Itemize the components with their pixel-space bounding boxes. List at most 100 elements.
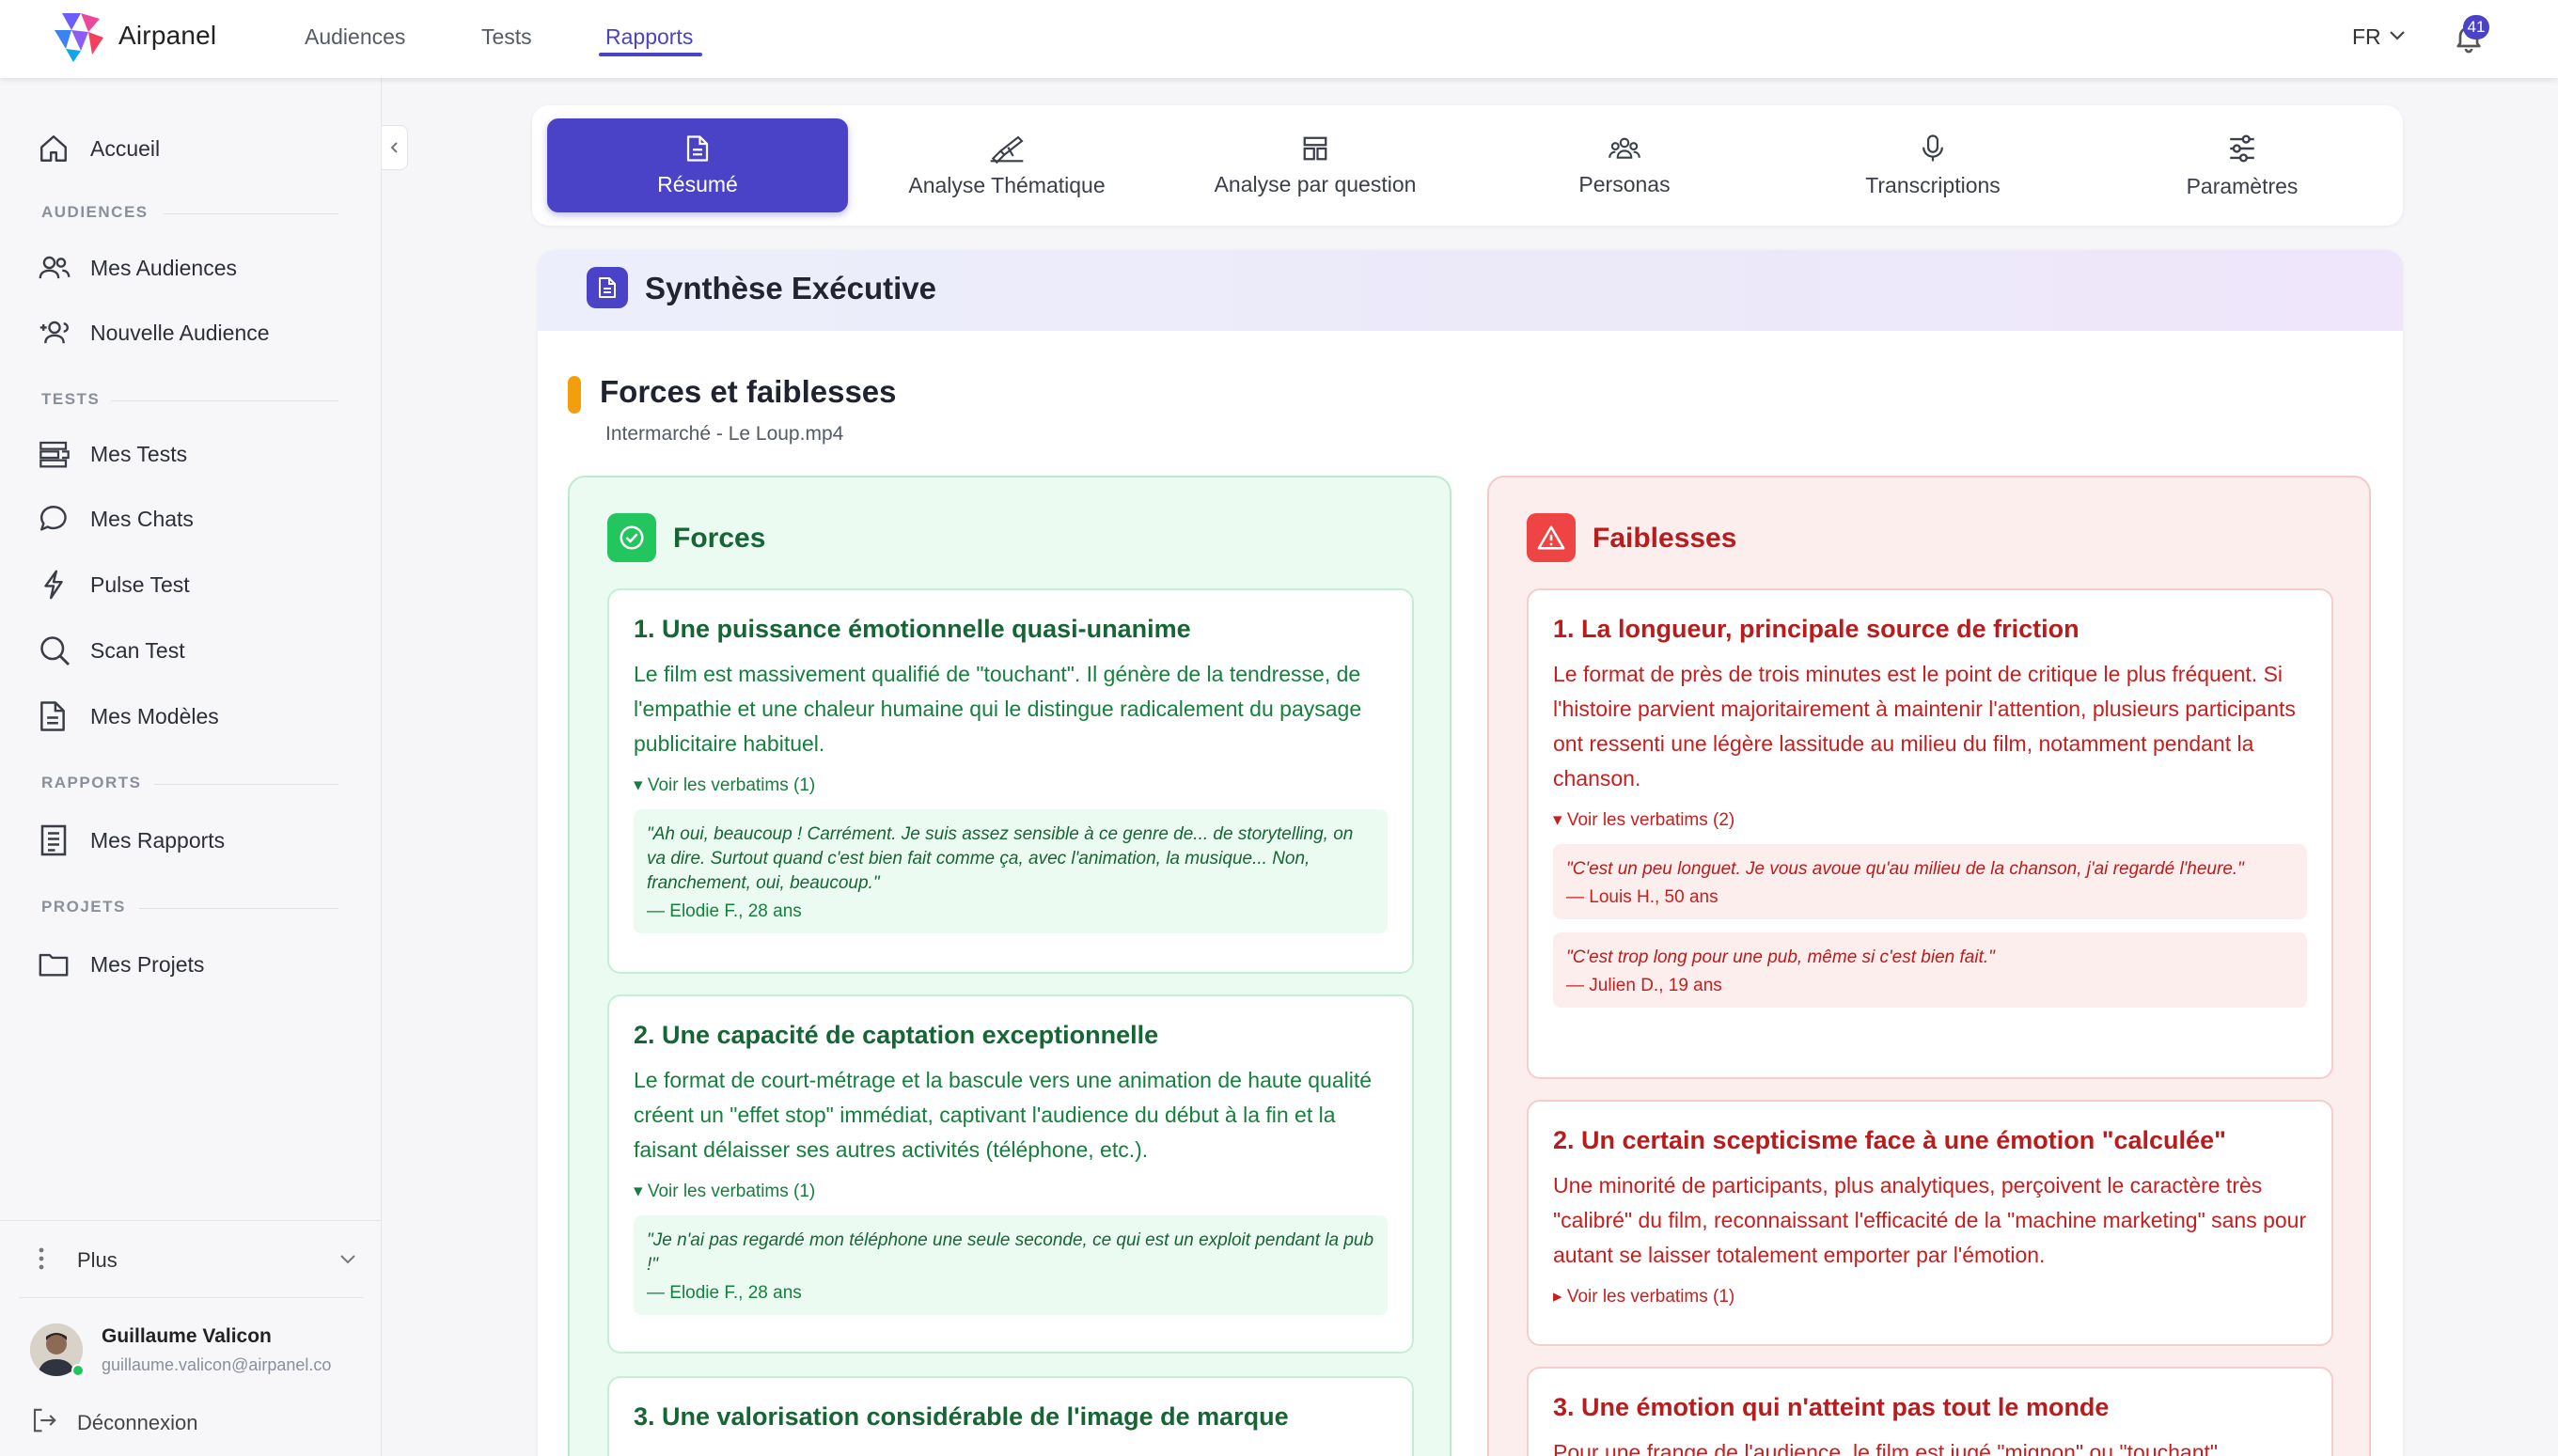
layers-icon <box>38 439 90 469</box>
tab-resume[interactable]: Résumé <box>547 118 848 212</box>
sidebar-item-label: Nouvelle Audience <box>90 320 270 345</box>
tab-transcriptions[interactable]: Transcriptions <box>1782 118 2083 212</box>
plus-menu[interactable]: Plus <box>38 1241 357 1280</box>
tab-label: Paramètres <box>2186 173 2299 198</box>
sidebar-divider <box>0 1220 382 1221</box>
chevron-down-icon[interactable] <box>2388 28 2407 41</box>
sidebar: Accueil AUDIENCES Mes Audiences Nouvelle… <box>0 78 382 1456</box>
section-audiences: AUDIENCES <box>41 203 149 221</box>
section-subtitle: Intermarché - Le Loup.mp4 <box>605 423 844 445</box>
sidebar-item-nouvelle-audience[interactable]: Nouvelle Audience <box>38 308 348 357</box>
sidebar-item-mes-projets[interactable]: Mes Projets <box>38 940 348 989</box>
chevron-down-icon <box>338 1252 357 1270</box>
sidebar-item-mes-audiences[interactable]: Mes Audiences <box>38 243 348 292</box>
tab-parametres[interactable]: Paramètres <box>2092 118 2393 212</box>
report-title: Synthèse Exécutive <box>645 271 936 305</box>
verbatims-toggle[interactable]: ▾ Voir les verbatims (2) <box>1553 809 2307 831</box>
document-icon <box>587 267 628 308</box>
document-icon <box>38 699 90 733</box>
topnav-audiences[interactable]: Audiences <box>305 24 405 50</box>
item-text: Le format de court-métrage et la bascule… <box>634 1068 1373 1162</box>
brand-name: Airpanel <box>118 21 217 50</box>
report-header: Synthèse Exécutive <box>538 250 2403 331</box>
airpanel-logo[interactable] <box>53 11 105 62</box>
tab-label: Transcriptions <box>1865 172 2001 197</box>
home-icon <box>38 133 90 164</box>
logout-icon <box>30 1406 77 1439</box>
item-text: Une minorité de participants, plus analy… <box>1553 1173 2307 1267</box>
section-divider <box>154 784 338 785</box>
item-title: 1. La longueur, principale source de fri… <box>1553 615 2079 643</box>
verbatims-toggle[interactable]: ▾ Voir les verbatims (1) <box>634 775 1388 796</box>
notification-badge: 41 <box>2463 15 2489 39</box>
quote-text: "C'est un peu longuet. Je vous avoue qu'… <box>1566 859 2244 879</box>
pen-icon <box>990 135 1024 164</box>
topnav-rapports[interactable]: Rapports <box>605 24 693 50</box>
quote-author: — Louis H., 50 ans <box>1566 887 1718 907</box>
item-title: 3. Une valorisation considérable de l'im… <box>634 1402 1289 1431</box>
people-icon <box>1609 137 1640 159</box>
sidebar-item-mes-rapports[interactable]: Mes Rapports <box>38 816 348 865</box>
item-text: Le film est massivement qualifié de "tou… <box>634 662 1362 756</box>
verbatims-toggle[interactable]: ▾ Voir les verbatims (1) <box>634 1181 1388 1202</box>
tab-label: Analyse par question <box>1214 171 1417 196</box>
sidebar-item-label: Mes Audiences <box>90 255 237 280</box>
quote-author: — Elodie F., 28 ans <box>647 901 802 921</box>
layout-icon <box>1303 136 1327 160</box>
tab-analyse-par-question[interactable]: Analyse par question <box>1165 118 1466 212</box>
user-email: guillaume.valicon@airpanel.co <box>102 1355 332 1374</box>
lightning-icon <box>38 568 90 602</box>
verbatim-quote: "C'est un peu longuet. Je vous avoue qu'… <box>1553 844 2307 919</box>
section-divider <box>164 213 338 214</box>
microphone-icon <box>1922 133 1943 162</box>
warning-icon <box>1527 513 1576 562</box>
chat-bubble-icon <box>38 503 90 535</box>
sidebar-item-label: Mes Projets <box>90 951 205 977</box>
quote-text: "C'est trop long pour une pub, même si c… <box>1566 947 1995 967</box>
faiblesses-item: 1. La longueur, principale source de fri… <box>1527 588 2333 1079</box>
item-title: 3. Une émotion qui n'atteint pas tout le… <box>1553 1393 2110 1421</box>
forces-item: 1. Une puissance émotionnelle quasi-unan… <box>607 588 1414 974</box>
quote-author: — Julien D., 19 ans <box>1566 976 1722 995</box>
language-selector[interactable]: FR <box>2352 24 2381 50</box>
section-tests: TESTS <box>41 390 101 408</box>
tab-label: Analyse Thématique <box>908 172 1106 197</box>
quote-text: "Je n'ai pas regardé mon téléphone une s… <box>647 1230 1374 1275</box>
more-vertical-icon <box>38 1246 77 1276</box>
item-text: Pour une frange de l'audience, le film e… <box>1553 1440 2219 1456</box>
report-tabs: Résumé Analyse Thématique Analyse par qu… <box>532 105 2403 226</box>
item-text: Le format de près de trois minutes est l… <box>1553 662 2296 791</box>
sidebar-item-mes-modeles[interactable]: Mes Modèles <box>38 692 348 741</box>
sidebar-item-label: Mes Rapports <box>90 827 226 853</box>
search-icon <box>38 634 90 667</box>
top-navigation-bar: Airpanel Audiences Tests Rapports FR 41 <box>0 0 2558 78</box>
active-tab-underline <box>599 53 702 56</box>
tab-personas[interactable]: Personas <box>1474 118 1775 212</box>
item-title: 2. Un certain scepticisme face à une émo… <box>1553 1126 2226 1154</box>
sidebar-item-label: Accueil <box>90 135 161 161</box>
quote-text: "Ah oui, beaucoup ! Carrément. Je suis a… <box>647 824 1354 893</box>
sidebar-item-mes-tests[interactable]: Mes Tests <box>38 430 348 478</box>
tab-label: Personas <box>1578 171 1671 196</box>
section-divider <box>139 908 338 909</box>
section-rapports: RAPPORTS <box>41 774 142 791</box>
section-title: Forces et faiblesses <box>600 374 897 409</box>
sidebar-item-mes-chats[interactable]: Mes Chats <box>38 494 348 543</box>
logout-button[interactable]: Déconnexion <box>30 1406 197 1439</box>
verbatims-toggle[interactable]: ▸ Voir les verbatims (1) <box>1553 1286 2307 1307</box>
forces-item: 3. Une valorisation considérable de l'im… <box>607 1376 1414 1456</box>
verbatim-quote: "Ah oui, beaucoup ! Carrément. Je suis a… <box>634 809 1388 933</box>
sidebar-item-pulse-test[interactable]: Pulse Test <box>38 560 348 609</box>
tab-label: Résumé <box>657 171 738 196</box>
sidebar-item-accueil[interactable]: Accueil <box>38 124 348 173</box>
sidebar-item-scan-test[interactable]: Scan Test <box>38 626 348 675</box>
section-marker <box>568 376 581 414</box>
report-card: Synthèse Exécutive Forces et faiblesses … <box>538 250 2403 1456</box>
document-icon <box>686 134 709 162</box>
collapse-sidebar-button[interactable] <box>382 125 408 170</box>
tab-analyse-thematique[interactable]: Analyse Thématique <box>856 118 1157 212</box>
sliders-icon <box>2230 133 2254 163</box>
topnav-tests[interactable]: Tests <box>481 24 532 50</box>
users-icon <box>38 252 90 284</box>
faiblesses-item: 2. Un certain scepticisme face à une émo… <box>1527 1100 2333 1346</box>
